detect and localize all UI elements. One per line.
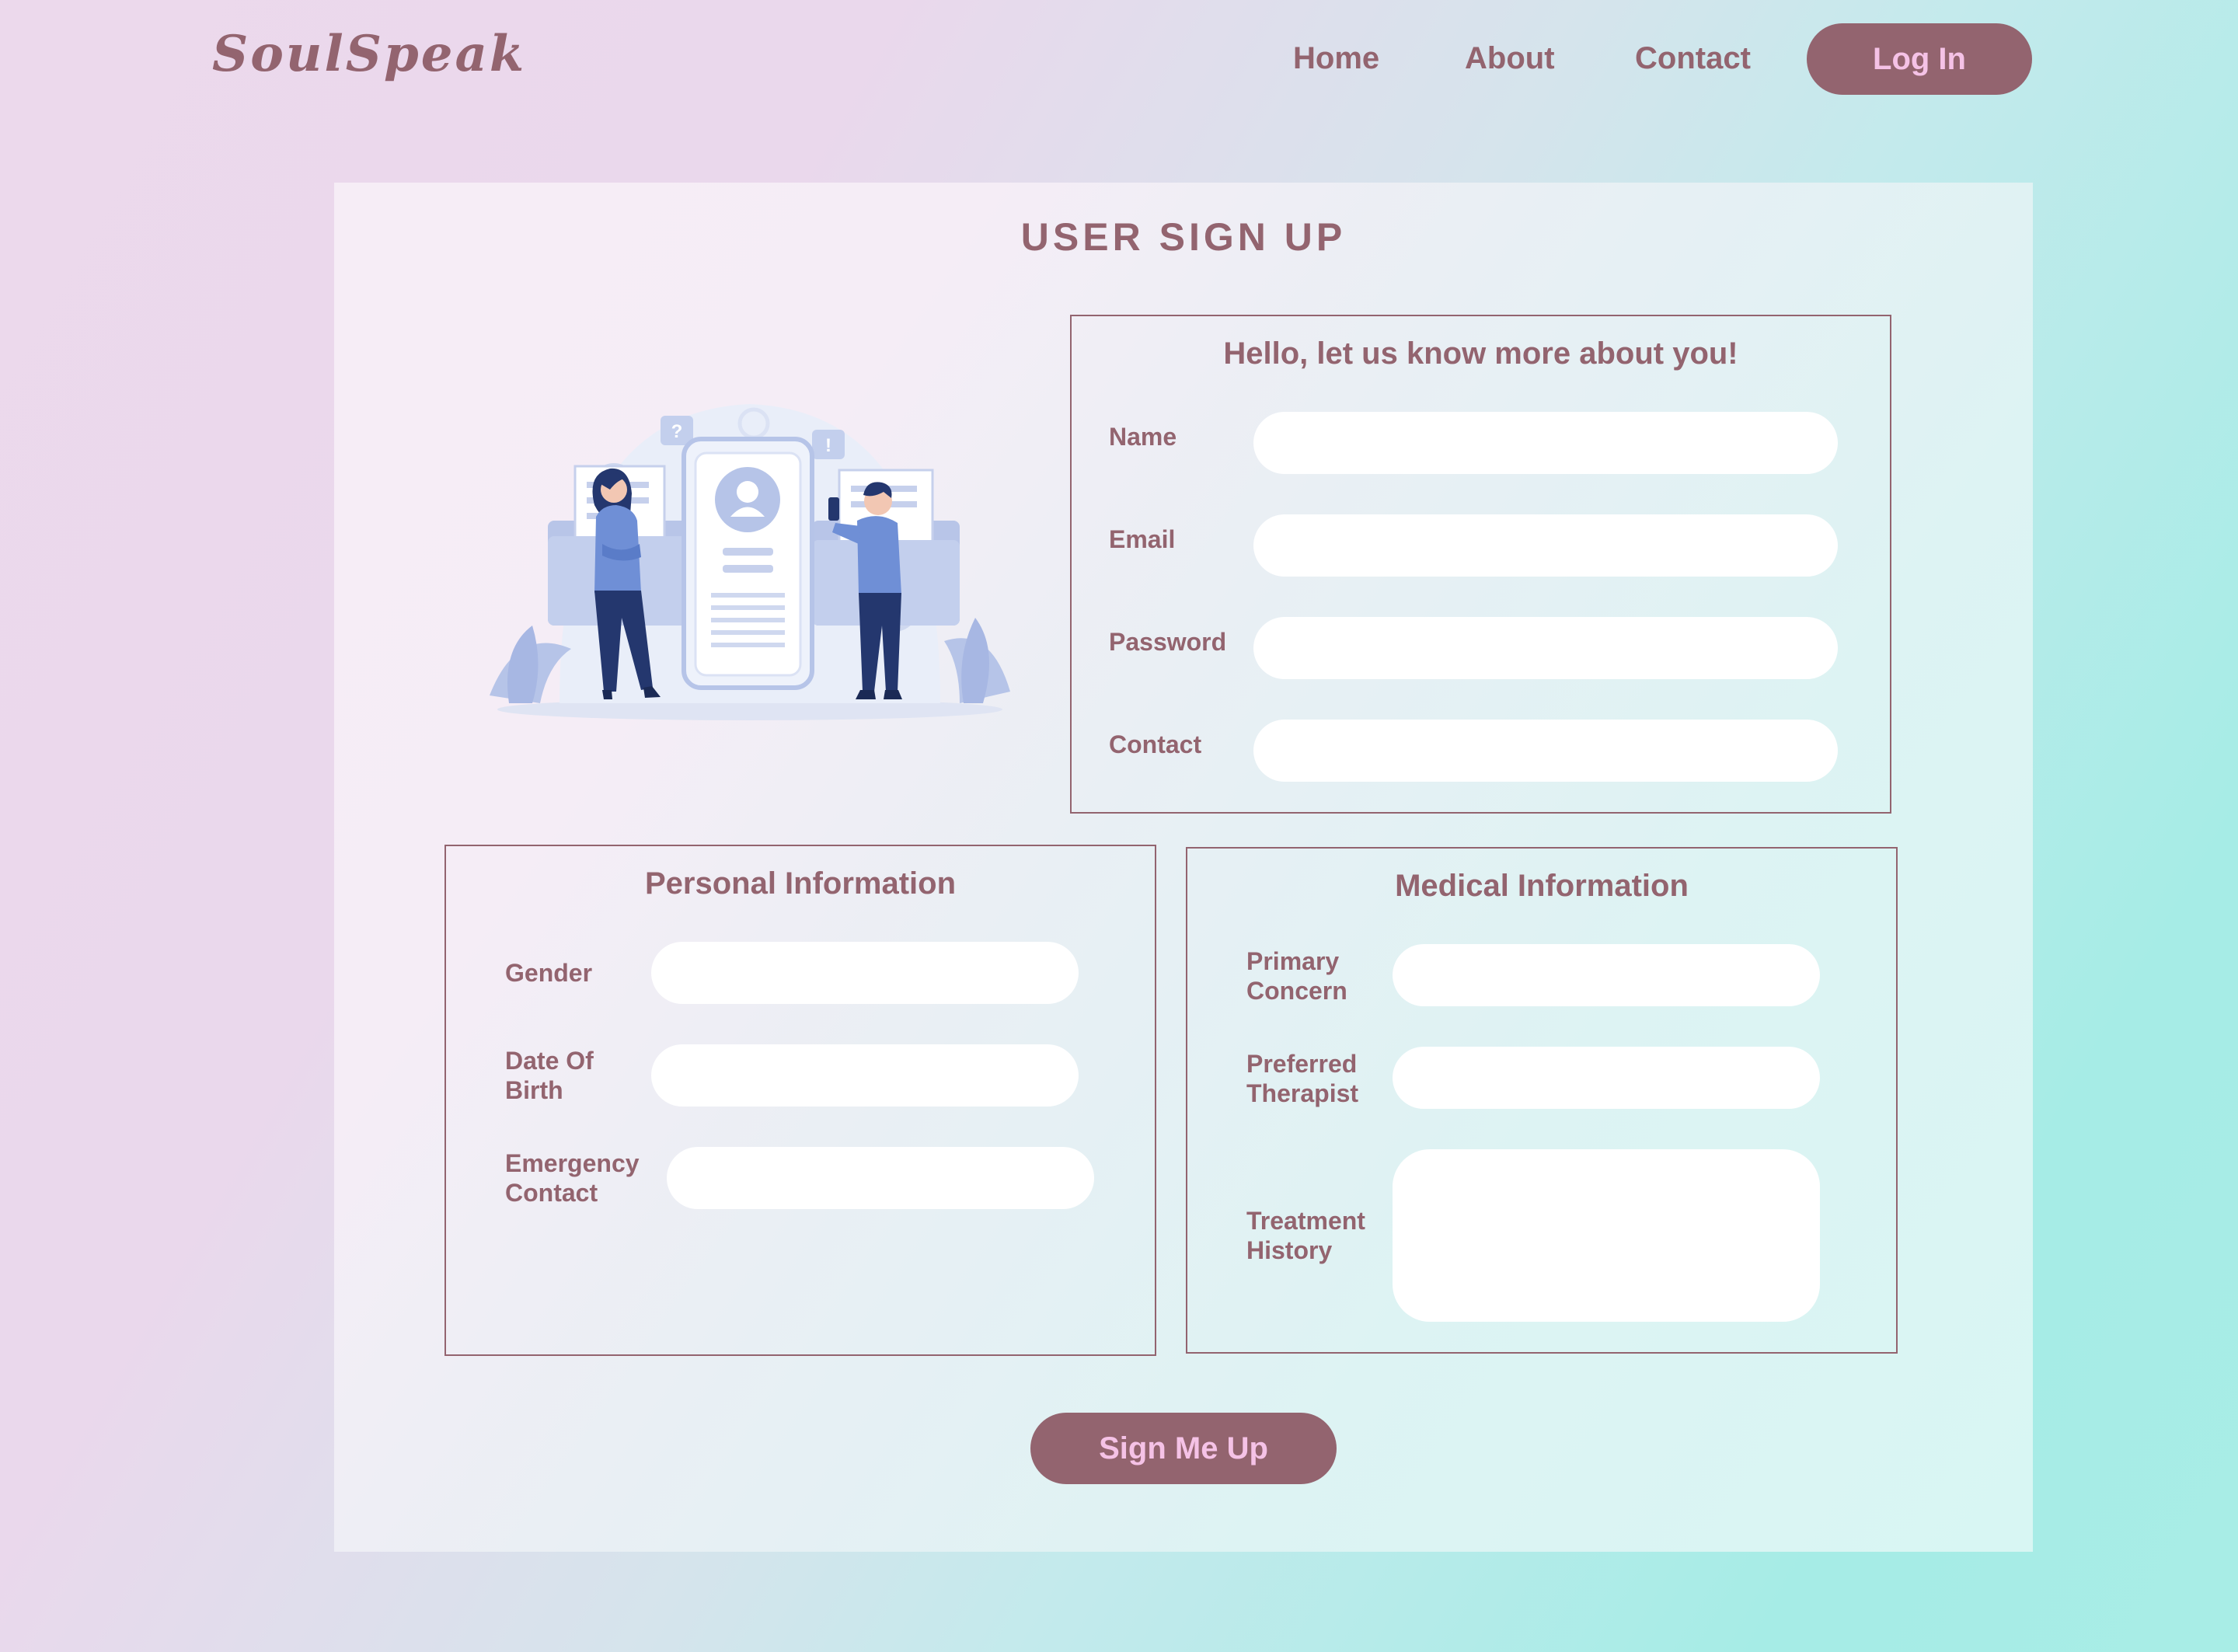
emergency-contact-input[interactable] — [667, 1147, 1094, 1209]
password-input[interactable] — [1253, 617, 1838, 679]
email-label: Email — [1109, 525, 1176, 553]
preferred-therapist-input[interactable] — [1393, 1047, 1820, 1109]
primary-concern-input[interactable] — [1393, 944, 1820, 1006]
login-button[interactable]: Log In — [1807, 23, 2032, 95]
gender-input[interactable] — [651, 942, 1079, 1004]
primary-concern-label-line-1: Primary — [1246, 947, 1340, 975]
medical-info-heading: Medical Information — [1395, 869, 1689, 903]
preferred-therapist-label: Preferred Therapist — [1246, 1049, 1358, 1108]
name-label: Name — [1109, 423, 1177, 451]
logo[interactable]: SoulSpeak — [212, 23, 526, 85]
gender-label-line: Gender — [505, 959, 593, 987]
nav-link-contact[interactable]: Contact — [1635, 39, 1751, 78]
date-of-birth-label: Date Of Birth — [505, 1046, 594, 1105]
account-info-heading: Hello, let us know more about you! — [1223, 336, 1738, 371]
personal-info-panel: Personal Information Gender Date Of Birt… — [444, 845, 1156, 1356]
sign-me-up-button[interactable]: Sign Me Up — [1030, 1413, 1337, 1484]
email-input[interactable] — [1253, 514, 1838, 577]
emergency-contact-label-line-1: Emergency — [505, 1149, 640, 1177]
signup-card: USER SIGN UP ? ! Hello, let us know more… — [334, 183, 2033, 1552]
primary-concern-label-line-2: Concern — [1246, 977, 1347, 1005]
personal-info-heading: Personal Information — [644, 866, 957, 901]
date-of-birth-label-line-1: Date Of — [505, 1047, 594, 1075]
nav-link-home[interactable]: Home — [1293, 39, 1379, 78]
date-of-birth-input[interactable] — [651, 1044, 1079, 1107]
page-title: USER SIGN UP — [1020, 215, 1347, 259]
emergency-contact-label: Emergency Contact — [505, 1148, 640, 1208]
gender-label: Gender — [505, 958, 592, 988]
preferred-therapist-label-line-1: Preferred — [1246, 1050, 1358, 1078]
contact-label: Contact — [1109, 730, 1202, 758]
svg-text:?: ? — [671, 421, 683, 442]
emergency-contact-label-line-2: Contact — [505, 1179, 598, 1207]
date-of-birth-label-line-2: Birth — [505, 1076, 563, 1104]
medical-info-panel: Medical Information Primary Concern Pref… — [1186, 847, 1898, 1354]
treatment-history-label: Treatment History — [1246, 1206, 1365, 1265]
nav-link-about[interactable]: About — [1465, 39, 1555, 78]
treatment-history-textarea[interactable] — [1393, 1149, 1820, 1322]
name-input[interactable] — [1253, 412, 1838, 474]
password-label: Password — [1109, 628, 1227, 656]
contact-input[interactable] — [1253, 720, 1838, 782]
treatment-history-label-line-2: History — [1246, 1236, 1333, 1264]
treatment-history-label-line-1: Treatment — [1246, 1207, 1365, 1235]
account-info-panel: Hello, let us know more about you! Name … — [1070, 315, 1891, 814]
primary-concern-label: Primary Concern — [1246, 946, 1347, 1005]
people-with-profile-card-illustration: ? ! — [490, 404, 1010, 720]
preferred-therapist-label-line-2: Therapist — [1246, 1079, 1359, 1107]
svg-text:!: ! — [825, 435, 831, 456]
